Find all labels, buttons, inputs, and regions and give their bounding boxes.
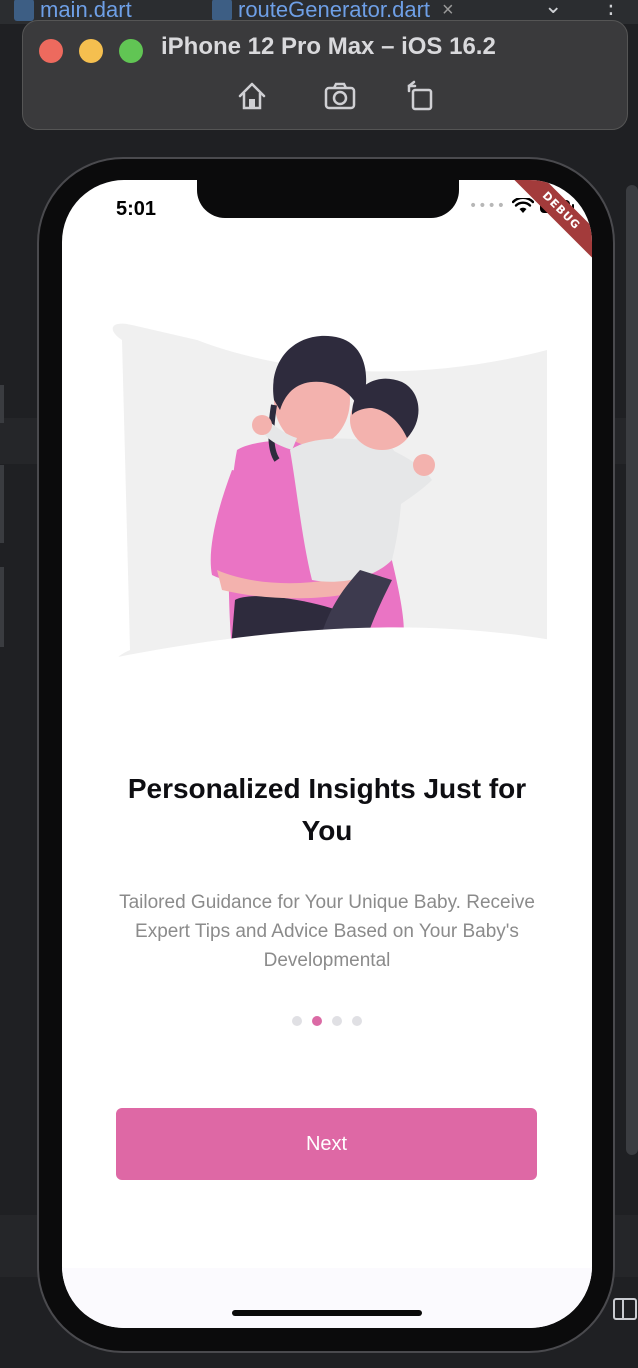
close-tab-icon[interactable]: × [442, 0, 454, 22]
home-indicator[interactable] [232, 1310, 422, 1316]
home-icon[interactable] [235, 79, 269, 113]
wifi-icon [512, 198, 534, 213]
chevron-down-icon[interactable]: ⌄ [544, 0, 562, 19]
signal-icon: •••• [468, 198, 506, 214]
notch [197, 180, 459, 218]
window-zoom-button[interactable] [119, 39, 143, 63]
page-dot-active[interactable] [312, 1016, 322, 1026]
page-dot[interactable] [332, 1016, 342, 1026]
page-dot[interactable] [292, 1016, 302, 1026]
dart-file-icon [14, 0, 34, 21]
ide-scrollbar[interactable] [626, 185, 638, 1155]
rotate-icon[interactable] [403, 79, 437, 113]
ide-gutter-mark [0, 567, 4, 647]
page-indicator [62, 1016, 592, 1026]
simulator-title: iPhone 12 Pro Max – iOS 16.2 [161, 33, 496, 60]
app-screen: 5:01 •••• DEBUG Personalized Insights Ju… [62, 180, 592, 1328]
ide-gutter-mark [0, 385, 4, 423]
dart-file-icon [212, 0, 232, 21]
status-time: 5:01 [116, 198, 157, 220]
screenshot-icon[interactable] [323, 79, 357, 113]
page-dot[interactable] [352, 1016, 362, 1026]
layout-toggle-icon[interactable] [613, 1298, 637, 1320]
ide-gutter-mark [0, 465, 4, 543]
more-options-icon[interactable]: ⋮ [600, 0, 622, 19]
onboarding-title: Personalized Insights Just for You [127, 773, 527, 846]
bottom-safe-area [62, 1268, 592, 1328]
onboarding-description: Tailored Guidance for Your Unique Baby. … [119, 892, 535, 971]
simulator-toolbar: iPhone 12 Pro Max – iOS 16.2 [22, 20, 628, 130]
next-button[interactable]: Next [116, 1108, 537, 1180]
window-close-button[interactable] [39, 39, 63, 63]
mother-hugging-baby-illustration [102, 323, 552, 680]
window-minimize-button[interactable] [79, 39, 103, 63]
